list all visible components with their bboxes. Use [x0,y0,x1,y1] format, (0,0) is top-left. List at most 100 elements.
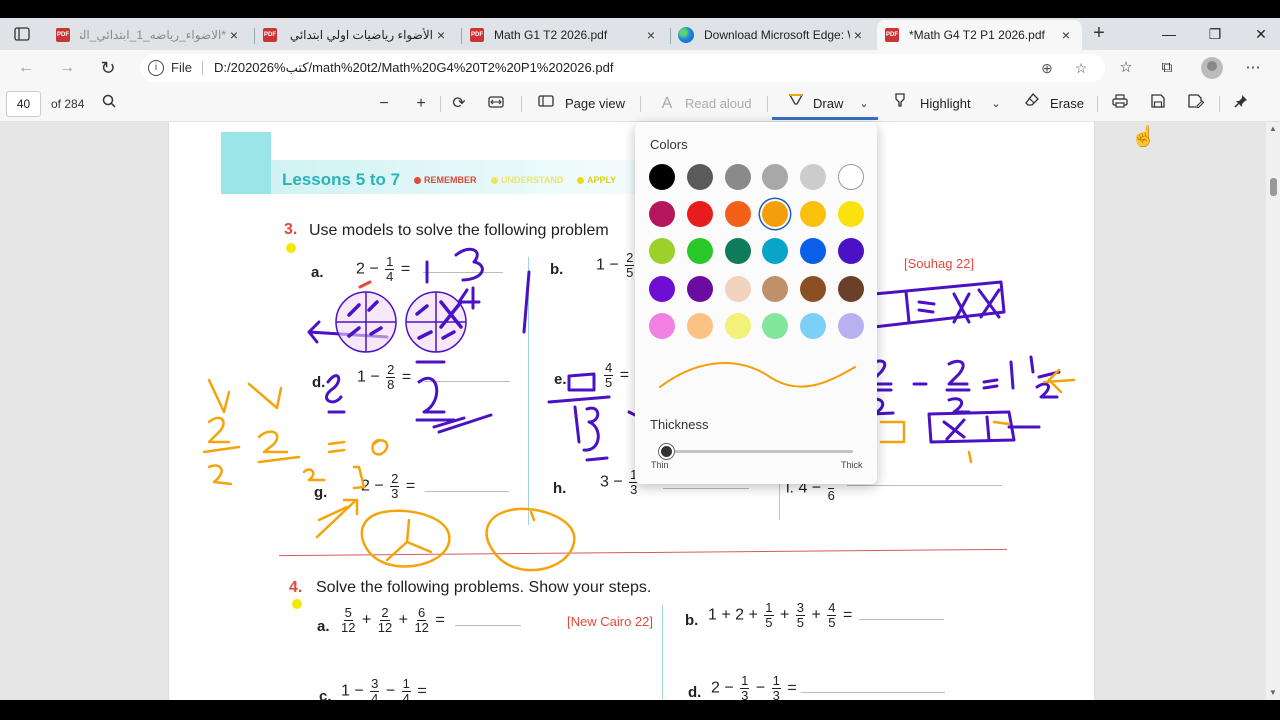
pdf-icon: PDF [885,28,899,42]
search-icon[interactable] [97,92,121,116]
eraser-icon[interactable] [1020,92,1044,116]
color-swatch[interactable] [762,164,789,190]
page-view-icon[interactable] [534,92,558,116]
refresh-icon[interactable]: ↻ [96,56,120,80]
page-view-button[interactable]: Page view [565,96,625,111]
highlight-button[interactable]: Highlight [920,96,971,111]
color-swatch[interactable] [686,275,713,302]
erase-button[interactable]: Erase [1050,96,1084,111]
close-tab-icon[interactable]: × [1058,27,1074,43]
close-window-button[interactable]: ✕ [1238,20,1280,48]
back-icon[interactable]: ← [14,56,38,80]
question-4-text: Solve the following problems. Show your … [316,579,652,596]
zoom-icon[interactable]: ⊕ [1037,58,1057,78]
tab-5-active[interactable]: PDF *Math G4 T2 P1 2026.pdf × [877,20,1082,50]
color-swatch[interactable] [649,238,675,265]
zoom-in-icon[interactable]: + [409,92,433,116]
color-swatch[interactable] [649,312,675,339]
color-swatch[interactable] [800,201,827,228]
new-tab-button[interactable]: + [1088,22,1110,46]
tab-actions-button[interactable] [8,22,36,46]
q4-part-d-expression: 2 − 13 − 13 = [711,673,797,703]
color-swatch[interactable] [649,201,675,228]
close-tab-icon[interactable]: × [643,27,659,43]
color-swatch[interactable] [800,275,827,302]
rotate-icon[interactable]: ⟳ [447,92,471,116]
add-favorite-icon[interactable]: ☆ [1071,58,1091,78]
address-bar[interactable]: i File D:/202026%كتب/math%20t2/Math%20G4… [140,54,1105,82]
tab-title: *الاضواء_رياضه_1_ابتدائي_التر [80,28,226,42]
color-swatch[interactable] [724,201,751,228]
color-swatch[interactable] [686,238,713,265]
chevron-down-icon[interactable]: ⌄ [852,92,876,116]
tab-4[interactable]: Download Microsoft Edge: W × [670,20,874,50]
thickness-slider-track[interactable] [659,450,853,453]
scroll-down-icon[interactable]: ▼ [1269,688,1277,697]
color-swatch[interactable] [686,312,713,339]
pdf-toolbar: 40 of 284 − + ⟳ Page view A Read aloud D… [0,86,1280,122]
tab-title: Download Microsoft Edge: W [704,28,850,42]
save-icon[interactable] [1146,92,1170,116]
forward-icon[interactable]: → [55,56,79,80]
tab-2[interactable]: PDF الأضواء رياضيات اولي ابتدائي ت × [255,20,457,50]
zoom-out-icon[interactable]: − [372,92,396,116]
minimize-button[interactable]: — [1146,20,1192,48]
column-divider [779,482,780,520]
divider [640,96,641,112]
pin-toolbar-icon[interactable] [1229,92,1253,116]
close-tab-icon[interactable]: × [850,27,866,43]
color-swatch[interactable] [724,312,751,339]
thickness-slider-thumb[interactable] [659,444,674,459]
scheme-label: File [171,60,192,75]
scroll-thumb[interactable] [1270,178,1277,196]
color-swatch[interactable] [838,201,864,228]
tab-3[interactable]: PDF Math G1 T2 2026.pdf × [462,20,667,50]
scroll-up-icon[interactable]: ▲ [1269,124,1277,133]
part-e-expression: 45 = [604,360,630,390]
save-as-icon[interactable] [1184,92,1208,116]
tab-1[interactable]: PDF *الاضواء_رياضه_1_ابتدائي_التر × [48,20,250,50]
close-tab-icon[interactable]: × [226,27,242,43]
page-number-input[interactable]: 40 [6,91,41,117]
fit-width-icon[interactable] [484,92,508,116]
circle-marks [347,300,463,340]
url-text[interactable]: D:/202026%كتب/math%20t2/Math%20G4%20T2%2… [214,60,613,76]
collections-icon[interactable]: ⧉ [1155,56,1179,80]
print-icon[interactable] [1108,92,1132,116]
color-swatch[interactable] [724,238,751,265]
chevron-down-icon[interactable]: ⌄ [984,92,1008,116]
edge-icon [678,27,694,43]
info-icon[interactable]: i [148,60,164,76]
answer-line [425,491,509,492]
color-swatch[interactable] [762,201,789,228]
color-swatch[interactable] [724,164,751,190]
close-tab-icon[interactable]: × [433,27,449,43]
restore-button[interactable]: ❐ [1192,20,1238,48]
color-swatch[interactable] [762,238,789,265]
color-swatch[interactable] [838,312,864,339]
part-b-expression: 1 − 25 [596,250,635,280]
color-swatch[interactable] [686,201,713,228]
color-swatch[interactable] [649,275,675,302]
color-swatch[interactable] [838,164,864,190]
column-divider [528,257,529,525]
color-swatch[interactable] [724,275,751,302]
color-swatch[interactable] [686,164,713,190]
profile-avatar[interactable] [1201,57,1223,79]
color-swatch[interactable] [800,312,827,339]
color-swatch[interactable] [838,275,864,302]
vertical-scrollbar[interactable]: ▲ ▼ [1266,122,1280,700]
color-swatch[interactable] [762,275,789,302]
color-swatch[interactable] [838,238,864,265]
divider [202,61,203,75]
read-aloud-icon: A [661,95,673,112]
highlight-icon[interactable] [888,92,912,116]
bottom-letterbox [0,700,1280,720]
color-swatch[interactable] [762,312,789,339]
part-e-label: e. [554,371,567,388]
favorites-icon[interactable]: ☆ [1114,56,1138,80]
color-swatch[interactable] [800,164,827,190]
color-swatch[interactable] [800,238,827,265]
color-swatch[interactable] [649,164,675,190]
more-menu-icon[interactable]: ⋯ [1241,56,1265,80]
